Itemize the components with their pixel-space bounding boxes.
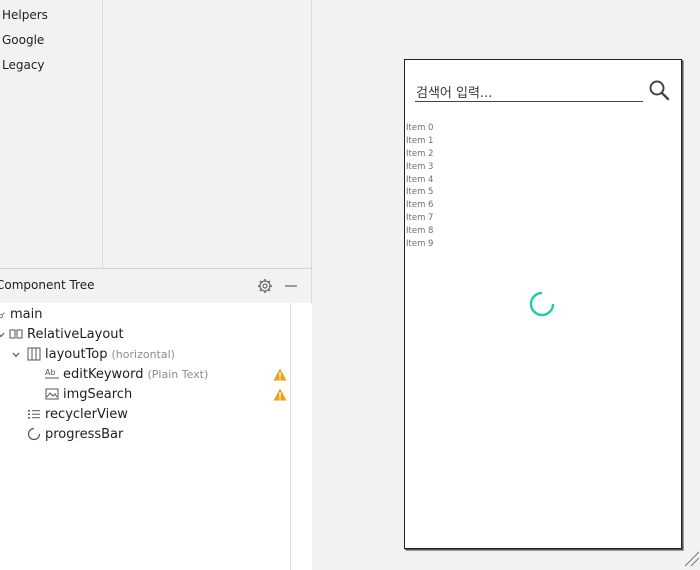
component-tree: main RelativeLayout layoutTop (horizonta… (0, 303, 290, 570)
component-tree-header: Component Tree (0, 268, 311, 304)
tree-node-hint: (horizontal) (111, 347, 175, 361)
palette-items-panel (103, 0, 311, 268)
palette-categories: Helpers Google Legacy (0, 0, 103, 268)
list-item: Item 5 (406, 187, 434, 198)
svg-text:Ab: Ab (45, 368, 56, 377)
search-icon[interactable] (648, 79, 670, 101)
list-item: Item 1 (406, 135, 434, 146)
list-item: Item 6 (406, 200, 434, 211)
tree-node-label: progressBar (45, 426, 124, 442)
tree-node-label: layoutTop (45, 346, 108, 362)
tree-node-recyclerview[interactable]: recyclerView (27, 404, 128, 424)
warning-icon[interactable] (273, 368, 287, 381)
tree-node-hint: (Plain Text) (147, 367, 209, 381)
tree-node-main[interactable]: main (0, 304, 42, 324)
palette-category-google[interactable]: Google (2, 33, 44, 47)
tree-node-label: main (10, 306, 43, 322)
device-preview[interactable]: 검색어 입력... Item 0 Item 1 Item 2 Item 3 It… (404, 59, 682, 549)
search-input[interactable]: 검색어 입력... (416, 82, 492, 101)
list-item: Item 8 (406, 226, 434, 237)
tree-node-layouttop[interactable]: layoutTop (horizontal) (27, 344, 175, 364)
tree-node-progressbar[interactable]: progressBar (27, 424, 123, 444)
list-item: Item 7 (406, 213, 434, 224)
warning-icon[interactable] (273, 388, 287, 401)
recycler-view[interactable]: Item 0 Item 1 Item 2 Item 3 Item 4 Item … (406, 122, 433, 251)
tree-node-imgsearch[interactable]: imgSearch (45, 384, 132, 404)
chevron-down-icon[interactable] (0, 330, 6, 340)
relative-layout-icon (9, 329, 23, 339)
list-item: Item 3 (406, 161, 434, 172)
list-icon (28, 410, 40, 419)
tree-node-label: imgSearch (63, 386, 133, 402)
progress-bar-icon (27, 427, 41, 441)
chevron-down-icon[interactable] (11, 350, 21, 360)
tree-node-label: recyclerView (45, 406, 128, 422)
list-item: Item 4 (406, 174, 434, 185)
component-tree-title: Component Tree (0, 278, 95, 292)
tree-node-label: RelativeLayout (27, 326, 124, 342)
search-input-underline (415, 101, 643, 102)
root-node-icon (0, 312, 5, 319)
palette-category-legacy[interactable]: Legacy (2, 58, 45, 72)
tree-node-relativelayout[interactable]: RelativeLayout (9, 324, 124, 344)
minimize-icon[interactable] (283, 278, 299, 294)
list-item: Item 9 (406, 239, 434, 250)
list-item: Item 0 (406, 123, 434, 133)
resize-handle-icon[interactable] (682, 549, 700, 567)
palette-category-helpers[interactable]: Helpers (2, 8, 48, 22)
linear-layout-icon (27, 347, 41, 361)
text-field-icon: Ab (45, 368, 59, 379)
tree-node-editkeyword[interactable]: Ab editKeyword (Plain Text) (45, 364, 208, 384)
gear-icon[interactable] (257, 278, 273, 294)
progress-spinner (529, 291, 555, 317)
component-tree-scrollbar[interactable] (290, 303, 312, 570)
image-view-icon (45, 388, 59, 400)
tree-node-label: editKeyword (63, 366, 144, 382)
list-item: Item 2 (406, 148, 434, 159)
